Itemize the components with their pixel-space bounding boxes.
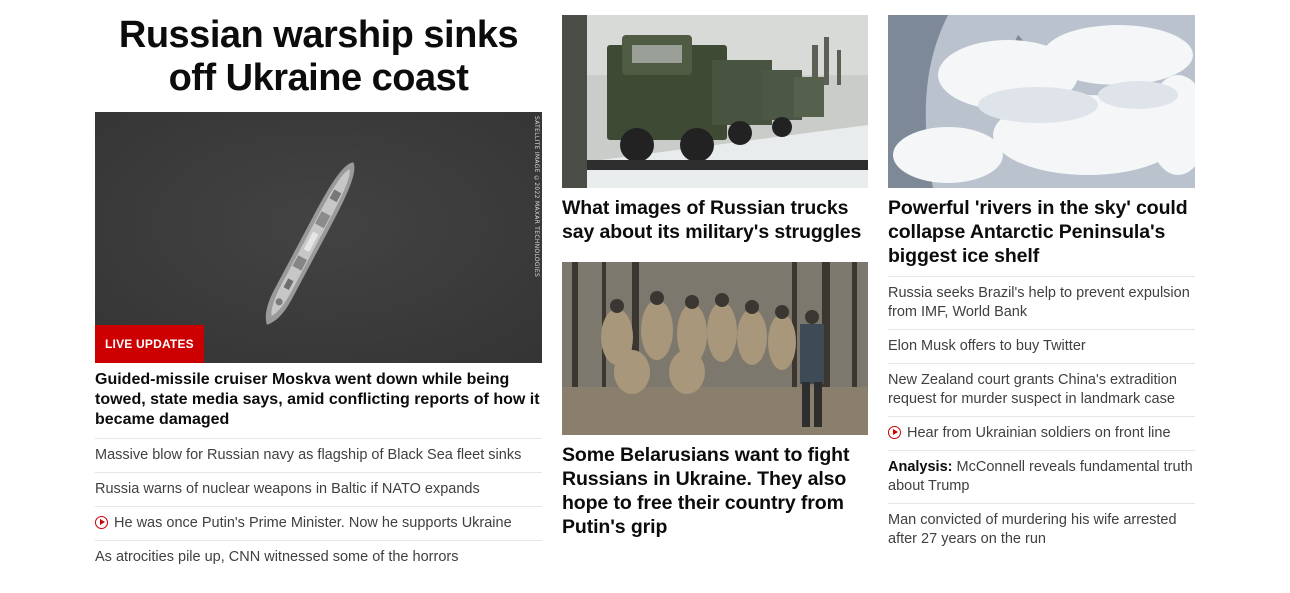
news-homepage-zone: Russian warship sinks off Ukraine coast xyxy=(0,0,1290,593)
list-item[interactable]: Russia seeks Brazil's help to prevent ex… xyxy=(888,276,1195,329)
antarctic-satellite-image[interactable] xyxy=(888,15,1195,188)
link-text[interactable]: Analysis: McConnell reveals fundamental … xyxy=(888,458,1195,496)
list-item[interactable]: Massive blow for Russian navy as flagshi… xyxy=(95,438,542,472)
live-updates-badge[interactable]: LIVE UPDATES xyxy=(95,325,204,363)
military-trucks-graphic xyxy=(562,15,868,188)
list-item[interactable]: Hear from Ukrainian soldiers on front li… xyxy=(888,416,1195,450)
image-credit: SATELLITE IMAGE ©2022 MAXAR TECHNOLOGIES xyxy=(533,116,540,278)
belarusian-fighters-graphic xyxy=(562,262,868,435)
list-item[interactable]: Man convicted of murdering his wife arre… xyxy=(888,503,1195,556)
list-item[interactable]: As atrocities pile up, CNN witnessed som… xyxy=(95,540,542,574)
play-circle-icon xyxy=(95,516,108,529)
belarusians-story-title[interactable]: Some Belarusians want to fight Russians … xyxy=(562,443,868,539)
antarctic-story-title[interactable]: Powerful 'rivers in the sky' could colla… xyxy=(888,196,1195,268)
middle-column: What images of Russian trucks say about … xyxy=(562,0,868,539)
antarctic-clouds-graphic xyxy=(888,15,1195,188)
link-text[interactable]: As atrocities pile up, CNN witnessed som… xyxy=(95,548,458,567)
lead-related-links: Massive blow for Russian navy as flagshi… xyxy=(95,438,542,574)
list-item[interactable]: Analysis: McConnell reveals fundamental … xyxy=(888,450,1195,503)
lead-headline[interactable]: Russian warship sinks off Ukraine coast xyxy=(95,14,542,100)
right-headline-list: Russia seeks Brazil's help to prevent ex… xyxy=(888,276,1195,556)
lead-story-column: Russian warship sinks off Ukraine coast xyxy=(95,0,542,574)
link-text[interactable]: Hear from Ukrainian soldiers on front li… xyxy=(907,424,1171,443)
list-item[interactable]: Russia warns of nuclear weapons in Balti… xyxy=(95,472,542,506)
play-circle-icon xyxy=(888,426,901,439)
trucks-story-title[interactable]: What images of Russian trucks say about … xyxy=(562,196,868,244)
warship-satellite-image[interactable]: SATELLITE IMAGE ©2022 MAXAR TECHNOLOGIES… xyxy=(95,112,542,363)
list-item[interactable]: He was once Putin's Prime Minister. Now … xyxy=(95,506,542,540)
analysis-label: Analysis: xyxy=(888,459,953,475)
lead-story-title[interactable]: Guided-missile cruiser Moskva went down … xyxy=(95,370,542,438)
link-text[interactable]: Man convicted of murdering his wife arre… xyxy=(888,511,1195,549)
link-text[interactable]: Russia seeks Brazil's help to prevent ex… xyxy=(888,284,1195,322)
list-item[interactable]: Elon Musk offers to buy Twitter xyxy=(888,329,1195,363)
belarusian-fighters-image[interactable] xyxy=(562,262,868,435)
military-trucks-image[interactable] xyxy=(562,15,868,188)
right-column: Powerful 'rivers in the sky' could colla… xyxy=(888,0,1195,556)
link-text[interactable]: New Zealand court grants China's extradi… xyxy=(888,371,1195,409)
link-text[interactable]: He was once Putin's Prime Minister. Now … xyxy=(114,514,512,533)
link-text[interactable]: Massive blow for Russian navy as flagshi… xyxy=(95,446,521,465)
list-item[interactable]: New Zealand court grants China's extradi… xyxy=(888,363,1195,416)
link-text[interactable]: Elon Musk offers to buy Twitter xyxy=(888,337,1086,356)
link-text[interactable]: Russia warns of nuclear weapons in Balti… xyxy=(95,480,480,499)
